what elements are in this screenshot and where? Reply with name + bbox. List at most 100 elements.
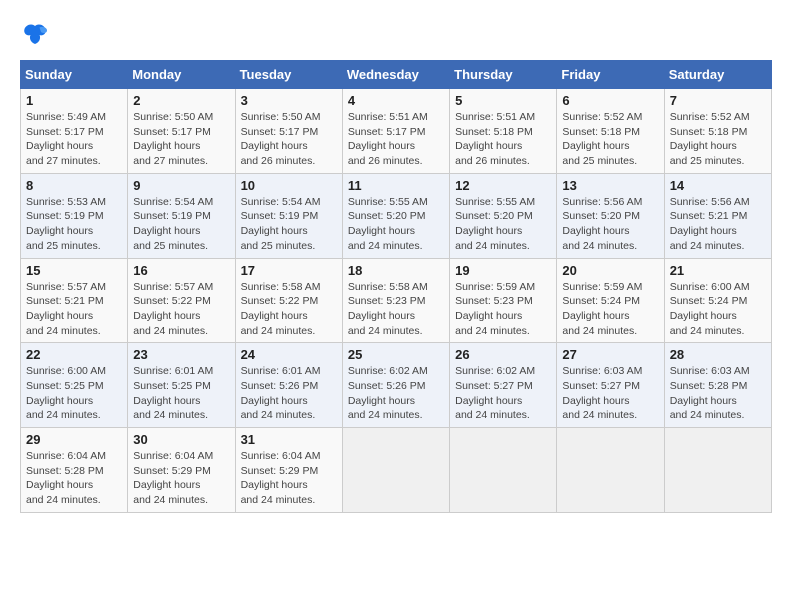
day-number: 3: [241, 93, 337, 108]
calendar-cell: 26 Sunrise: 6:02 AMSunset: 5:27 PMDaylig…: [450, 343, 557, 428]
day-info: Sunrise: 5:59 AMSunset: 5:24 PMDaylight …: [562, 281, 642, 337]
day-number: 9: [133, 178, 229, 193]
weekday-header-monday: Monday: [128, 61, 235, 89]
day-number: 17: [241, 263, 337, 278]
day-info: Sunrise: 6:04 AMSunset: 5:28 PMDaylight …: [26, 450, 106, 506]
day-number: 4: [348, 93, 444, 108]
day-number: 20: [562, 263, 658, 278]
calendar-cell: 2 Sunrise: 5:50 AMSunset: 5:17 PMDayligh…: [128, 89, 235, 174]
day-number: 23: [133, 347, 229, 362]
calendar-week-1: 1 Sunrise: 5:49 AMSunset: 5:17 PMDayligh…: [21, 89, 772, 174]
logo: [20, 20, 54, 50]
calendar-table: SundayMondayTuesdayWednesdayThursdayFrid…: [20, 60, 772, 513]
day-info: Sunrise: 5:50 AMSunset: 5:17 PMDaylight …: [133, 111, 213, 167]
calendar-cell: 12 Sunrise: 5:55 AMSunset: 5:20 PMDaylig…: [450, 173, 557, 258]
weekday-header-row: SundayMondayTuesdayWednesdayThursdayFrid…: [21, 61, 772, 89]
day-info: Sunrise: 6:04 AMSunset: 5:29 PMDaylight …: [241, 450, 321, 506]
calendar-cell: 6 Sunrise: 5:52 AMSunset: 5:18 PMDayligh…: [557, 89, 664, 174]
day-info: Sunrise: 5:58 AMSunset: 5:23 PMDaylight …: [348, 281, 428, 337]
calendar-cell: 8 Sunrise: 5:53 AMSunset: 5:19 PMDayligh…: [21, 173, 128, 258]
calendar-cell: 20 Sunrise: 5:59 AMSunset: 5:24 PMDaylig…: [557, 258, 664, 343]
day-info: Sunrise: 5:51 AMSunset: 5:17 PMDaylight …: [348, 111, 428, 167]
day-info: Sunrise: 6:01 AMSunset: 5:25 PMDaylight …: [133, 365, 213, 421]
day-info: Sunrise: 5:57 AMSunset: 5:22 PMDaylight …: [133, 281, 213, 337]
calendar-cell: 25 Sunrise: 6:02 AMSunset: 5:26 PMDaylig…: [342, 343, 449, 428]
day-info: Sunrise: 5:56 AMSunset: 5:21 PMDaylight …: [670, 196, 750, 252]
day-info: Sunrise: 5:49 AMSunset: 5:17 PMDaylight …: [26, 111, 106, 167]
day-number: 13: [562, 178, 658, 193]
day-info: Sunrise: 5:55 AMSunset: 5:20 PMDaylight …: [455, 196, 535, 252]
day-info: Sunrise: 6:04 AMSunset: 5:29 PMDaylight …: [133, 450, 213, 506]
day-info: Sunrise: 5:55 AMSunset: 5:20 PMDaylight …: [348, 196, 428, 252]
day-info: Sunrise: 5:52 AMSunset: 5:18 PMDaylight …: [562, 111, 642, 167]
calendar-week-3: 15 Sunrise: 5:57 AMSunset: 5:21 PMDaylig…: [21, 258, 772, 343]
logo-icon: [20, 20, 50, 50]
calendar-cell: [557, 428, 664, 513]
day-number: 7: [670, 93, 766, 108]
calendar-cell: 21 Sunrise: 6:00 AMSunset: 5:24 PMDaylig…: [664, 258, 771, 343]
day-number: 22: [26, 347, 122, 362]
calendar-cell: 18 Sunrise: 5:58 AMSunset: 5:23 PMDaylig…: [342, 258, 449, 343]
calendar-cell: 14 Sunrise: 5:56 AMSunset: 5:21 PMDaylig…: [664, 173, 771, 258]
day-number: 26: [455, 347, 551, 362]
day-info: Sunrise: 5:57 AMSunset: 5:21 PMDaylight …: [26, 281, 106, 337]
day-info: Sunrise: 6:03 AMSunset: 5:27 PMDaylight …: [562, 365, 642, 421]
calendar-week-5: 29 Sunrise: 6:04 AMSunset: 5:28 PMDaylig…: [21, 428, 772, 513]
calendar-cell: 9 Sunrise: 5:54 AMSunset: 5:19 PMDayligh…: [128, 173, 235, 258]
day-info: Sunrise: 5:56 AMSunset: 5:20 PMDaylight …: [562, 196, 642, 252]
calendar-week-2: 8 Sunrise: 5:53 AMSunset: 5:19 PMDayligh…: [21, 173, 772, 258]
day-number: 24: [241, 347, 337, 362]
day-number: 30: [133, 432, 229, 447]
calendar-cell: 1 Sunrise: 5:49 AMSunset: 5:17 PMDayligh…: [21, 89, 128, 174]
day-info: Sunrise: 6:01 AMSunset: 5:26 PMDaylight …: [241, 365, 321, 421]
calendar-cell: [450, 428, 557, 513]
day-number: 6: [562, 93, 658, 108]
calendar-cell: 22 Sunrise: 6:00 AMSunset: 5:25 PMDaylig…: [21, 343, 128, 428]
weekday-header-saturday: Saturday: [664, 61, 771, 89]
day-number: 11: [348, 178, 444, 193]
weekday-header-friday: Friday: [557, 61, 664, 89]
day-info: Sunrise: 5:50 AMSunset: 5:17 PMDaylight …: [241, 111, 321, 167]
day-info: Sunrise: 5:54 AMSunset: 5:19 PMDaylight …: [133, 196, 213, 252]
day-number: 28: [670, 347, 766, 362]
calendar-cell: 13 Sunrise: 5:56 AMSunset: 5:20 PMDaylig…: [557, 173, 664, 258]
calendar-cell: 28 Sunrise: 6:03 AMSunset: 5:28 PMDaylig…: [664, 343, 771, 428]
day-info: Sunrise: 5:51 AMSunset: 5:18 PMDaylight …: [455, 111, 535, 167]
day-number: 1: [26, 93, 122, 108]
calendar-cell: 11 Sunrise: 5:55 AMSunset: 5:20 PMDaylig…: [342, 173, 449, 258]
day-number: 12: [455, 178, 551, 193]
day-number: 14: [670, 178, 766, 193]
day-number: 21: [670, 263, 766, 278]
day-info: Sunrise: 5:58 AMSunset: 5:22 PMDaylight …: [241, 281, 321, 337]
day-info: Sunrise: 5:52 AMSunset: 5:18 PMDaylight …: [670, 111, 750, 167]
weekday-header-thursday: Thursday: [450, 61, 557, 89]
calendar-cell: 30 Sunrise: 6:04 AMSunset: 5:29 PMDaylig…: [128, 428, 235, 513]
calendar-cell: 4 Sunrise: 5:51 AMSunset: 5:17 PMDayligh…: [342, 89, 449, 174]
calendar-cell: [664, 428, 771, 513]
weekday-header-wednesday: Wednesday: [342, 61, 449, 89]
day-number: 10: [241, 178, 337, 193]
calendar-cell: 10 Sunrise: 5:54 AMSunset: 5:19 PMDaylig…: [235, 173, 342, 258]
calendar-week-4: 22 Sunrise: 6:00 AMSunset: 5:25 PMDaylig…: [21, 343, 772, 428]
calendar-cell: 19 Sunrise: 5:59 AMSunset: 5:23 PMDaylig…: [450, 258, 557, 343]
calendar-cell: 27 Sunrise: 6:03 AMSunset: 5:27 PMDaylig…: [557, 343, 664, 428]
day-info: Sunrise: 6:02 AMSunset: 5:27 PMDaylight …: [455, 365, 535, 421]
page-header: [20, 20, 772, 50]
calendar-cell: 5 Sunrise: 5:51 AMSunset: 5:18 PMDayligh…: [450, 89, 557, 174]
calendar-cell: 3 Sunrise: 5:50 AMSunset: 5:17 PMDayligh…: [235, 89, 342, 174]
weekday-header-sunday: Sunday: [21, 61, 128, 89]
day-info: Sunrise: 5:53 AMSunset: 5:19 PMDaylight …: [26, 196, 106, 252]
calendar-cell: 16 Sunrise: 5:57 AMSunset: 5:22 PMDaylig…: [128, 258, 235, 343]
day-number: 18: [348, 263, 444, 278]
day-info: Sunrise: 6:00 AMSunset: 5:24 PMDaylight …: [670, 281, 750, 337]
weekday-header-tuesday: Tuesday: [235, 61, 342, 89]
day-number: 2: [133, 93, 229, 108]
day-info: Sunrise: 6:02 AMSunset: 5:26 PMDaylight …: [348, 365, 428, 421]
calendar-cell: 24 Sunrise: 6:01 AMSunset: 5:26 PMDaylig…: [235, 343, 342, 428]
day-number: 19: [455, 263, 551, 278]
day-number: 25: [348, 347, 444, 362]
day-number: 31: [241, 432, 337, 447]
day-number: 5: [455, 93, 551, 108]
day-info: Sunrise: 6:00 AMSunset: 5:25 PMDaylight …: [26, 365, 106, 421]
calendar-cell: 17 Sunrise: 5:58 AMSunset: 5:22 PMDaylig…: [235, 258, 342, 343]
